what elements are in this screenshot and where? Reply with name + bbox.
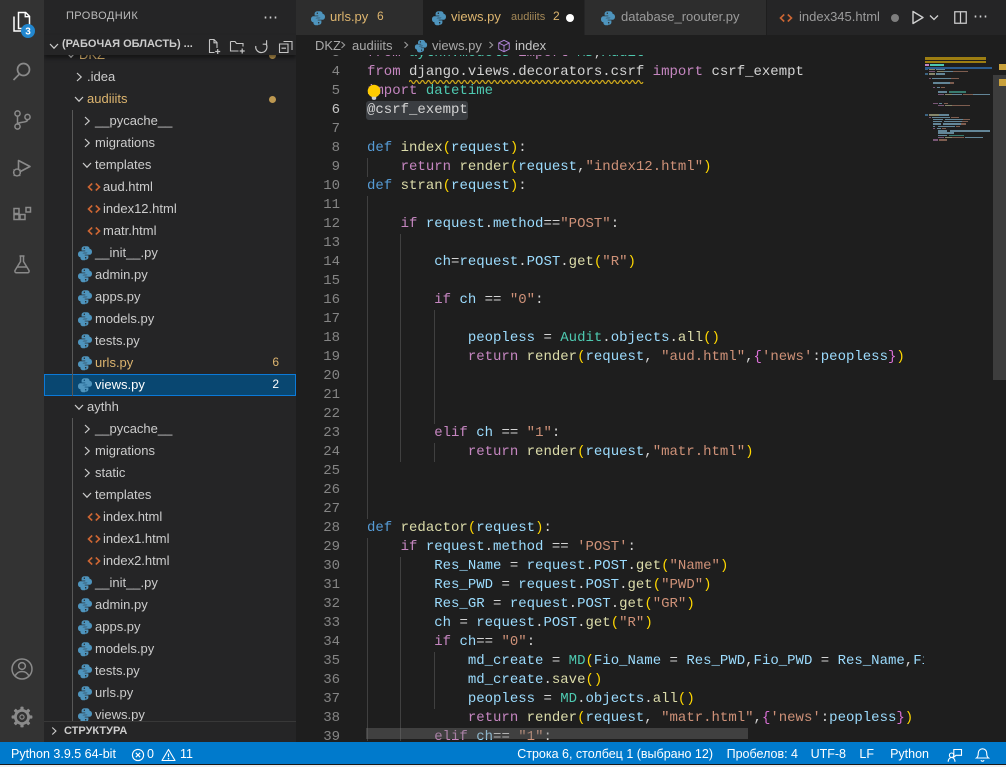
svg-text:3: 3 [25, 27, 31, 38]
